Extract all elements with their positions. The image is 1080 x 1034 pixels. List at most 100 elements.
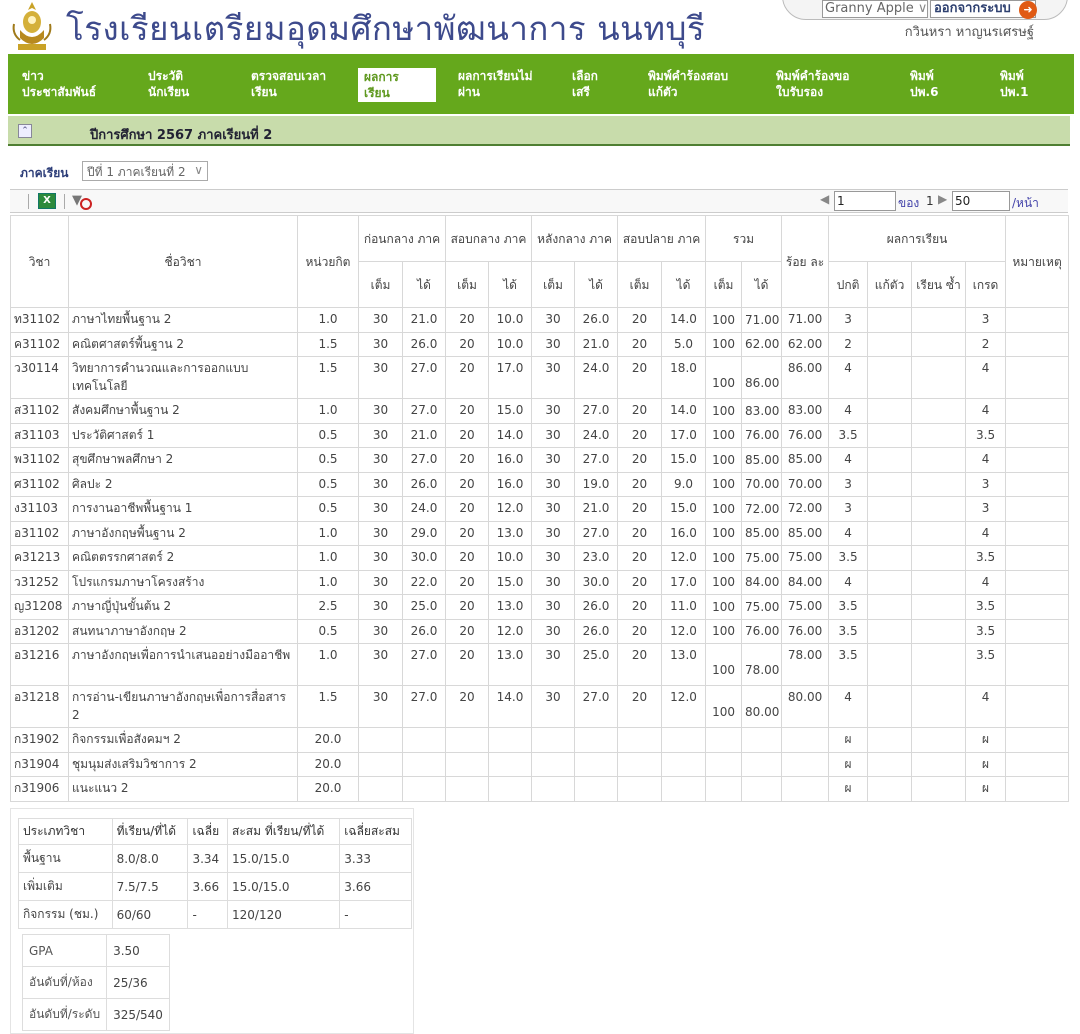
table-row: ว30114 วิทยาการคำนวณและการออกแบบเทคโนโลยี… xyxy=(10,356,1070,399)
cell-mid-full: 20 xyxy=(445,307,490,333)
cell-pre-got xyxy=(401,727,447,753)
cell-note xyxy=(1005,727,1070,753)
cell-mid-got xyxy=(488,751,533,777)
cell-grade: 3.5 xyxy=(965,594,1007,620)
nav-news[interactable]: ข่าว ประชาสัมพันธ์ xyxy=(22,68,96,100)
cell-credit: 1.5 xyxy=(297,331,359,357)
cell-name: กิจกรรมเพื่อสังคมฯ 2 xyxy=(68,727,298,753)
logout-button[interactable]: ออกจากระบบ ➜ xyxy=(930,0,1037,19)
cell-final-full: 20 xyxy=(617,520,663,546)
cell-pre-full: 30 xyxy=(358,643,403,686)
cell-final-full: 20 xyxy=(617,331,663,357)
cell-normal: ผ xyxy=(828,751,869,777)
cell-pre-full: 30 xyxy=(358,331,403,357)
header-normal: ปกติ xyxy=(828,261,869,308)
gpa-label: GPA xyxy=(21,934,108,967)
summary-cell: - xyxy=(339,900,412,929)
user-select[interactable]: Granny Apple ∨ xyxy=(822,0,928,18)
page-input[interactable] xyxy=(834,191,896,211)
cell-mid-got: 10.0 xyxy=(488,331,533,357)
term-select-value: ปีที่ 1 ภาคเรียนที่ 2 xyxy=(87,165,186,179)
clear-filter-icon[interactable]: ▼ xyxy=(72,193,94,211)
cell-mid-full: 20 xyxy=(445,331,490,357)
per-page-input[interactable] xyxy=(952,191,1010,211)
cell-name: โปรแกรมภาษาโครงสร้าง xyxy=(68,569,298,595)
cell-pre-got: 30.0 xyxy=(401,545,447,571)
nav-label: พิมพ์คำร้องสอบ xyxy=(648,69,729,83)
cell-mid-got: 15.0 xyxy=(488,398,533,424)
cell-percent: 85.00 xyxy=(781,520,830,546)
cell-total-full: 100 xyxy=(705,307,743,333)
collapse-icon[interactable]: ⌃ xyxy=(18,124,32,138)
nav-failed[interactable]: ผลการเรียนไม่ ผ่าน xyxy=(458,68,533,100)
summary-header-cell: ประเภทวิชา xyxy=(18,818,113,845)
summary-cell: 15.0/15.0 xyxy=(227,844,341,873)
nav-elective[interactable]: เลือก เสรี xyxy=(572,68,598,100)
cell-name: แนะแนว 2 xyxy=(68,776,298,802)
cell-retest xyxy=(867,594,913,620)
next-page-icon[interactable]: ▶ xyxy=(938,192,947,206)
nav-attendance[interactable]: ตรวจสอบเวลา เรียน xyxy=(251,68,326,100)
cell-name: ภาษาอังกฤษเพื่อการนำเสนออย่างมืออาชีพ xyxy=(68,643,298,686)
cell-final-got: 12.0 xyxy=(661,545,707,571)
cell-code: อ31218 xyxy=(10,685,69,728)
cell-name: การงานอาชีพพื้นฐาน 1 xyxy=(68,496,298,522)
cell-percent xyxy=(781,727,830,753)
nav-profile[interactable]: ประวัติ นักเรียน xyxy=(148,68,189,100)
nav-label: แก้ตัว xyxy=(648,85,678,99)
nav-print-retest[interactable]: พิมพ์คำร้องสอบแก้ตัว xyxy=(648,68,728,100)
header-full: เต็ม xyxy=(705,261,743,308)
cell-pre-got xyxy=(401,751,447,777)
cell-final-full xyxy=(617,751,663,777)
cell-final-full: 20 xyxy=(617,356,663,399)
cell-repeat xyxy=(911,751,967,777)
summary-header-cell: สะสม ที่เรียน/ที่ได้ xyxy=(227,818,341,845)
nav-print-pp1[interactable]: พิมพ์ ปพ.1 xyxy=(1000,68,1028,100)
gpa-label: อันดับที่/ห้อง xyxy=(21,966,108,999)
cell-total-got xyxy=(741,776,783,802)
term-select[interactable]: ปีที่ 1 ภาคเรียนที่ 2 ∨ xyxy=(82,161,208,181)
cell-retest xyxy=(867,447,913,473)
cell-credit: 20.0 xyxy=(297,727,359,753)
nav-label: ผลการ xyxy=(364,70,399,84)
cell-total-full: 100 xyxy=(705,447,743,473)
cell-retest xyxy=(867,643,913,686)
cell-normal: 4 xyxy=(828,520,869,546)
cell-note xyxy=(1005,471,1070,497)
cell-final-got: 11.0 xyxy=(661,594,707,620)
cell-total-full: 100 xyxy=(705,356,743,399)
cell-normal: ผ xyxy=(828,727,869,753)
cell-pre-got: 21.0 xyxy=(401,422,447,448)
cell-note xyxy=(1005,545,1070,571)
table-row: อ31216 ภาษาอังกฤษเพื่อการนำเสนออย่างมืออา… xyxy=(10,643,1070,686)
cell-normal: 4 xyxy=(828,569,869,595)
summary-cell: 7.5/7.5 xyxy=(111,872,189,901)
nav-print-pp6[interactable]: พิมพ์ ปพ.6 xyxy=(910,68,938,100)
cell-repeat xyxy=(911,471,967,497)
cell-credit: 1.5 xyxy=(297,356,359,399)
cell-mid-full: 20 xyxy=(445,496,490,522)
nav-grades[interactable]: ผลการ เรียน xyxy=(358,68,436,102)
prev-page-icon[interactable]: ◀ xyxy=(820,192,829,206)
nav-print-certificate[interactable]: พิมพ์คำร้องขอ ใบรับรอง xyxy=(776,68,849,100)
cell-percent: 76.00 xyxy=(781,422,830,448)
table-row: พ31102 สุขศึกษาพลศึกษา 2 0.5 30 27.0 20 16.0 30… xyxy=(10,447,1070,473)
cell-retest xyxy=(867,618,913,644)
cell-credit: 0.5 xyxy=(297,422,359,448)
cell-percent: 86.00 xyxy=(781,356,830,399)
chevron-down-icon: ∨ xyxy=(917,1,928,16)
excel-export-icon[interactable]: X xyxy=(38,193,56,209)
cell-mid-got: 16.0 xyxy=(488,471,533,497)
summary-header-row: ประเภทวิชา ที่เรียน/ที่ได้ เฉลี่ย สะสม ที่เ… xyxy=(18,818,412,845)
cell-percent: 85.00 xyxy=(781,447,830,473)
header-final: สอบปลาย ภาค xyxy=(617,215,707,262)
header-got: ได้ xyxy=(661,261,707,308)
cell-post-got: 24.0 xyxy=(574,356,619,399)
cell-mid-got: 10.0 xyxy=(488,307,533,333)
header-full: เต็ม xyxy=(531,261,576,308)
cell-credit: 1.0 xyxy=(297,398,359,424)
nav-label: ปพ.6 xyxy=(910,85,939,99)
username: กวินหรา หาญนรเศรษฐ์ xyxy=(904,25,1034,40)
cell-credit: 1.0 xyxy=(297,307,359,333)
nav-label: ประวัติ xyxy=(148,69,184,83)
